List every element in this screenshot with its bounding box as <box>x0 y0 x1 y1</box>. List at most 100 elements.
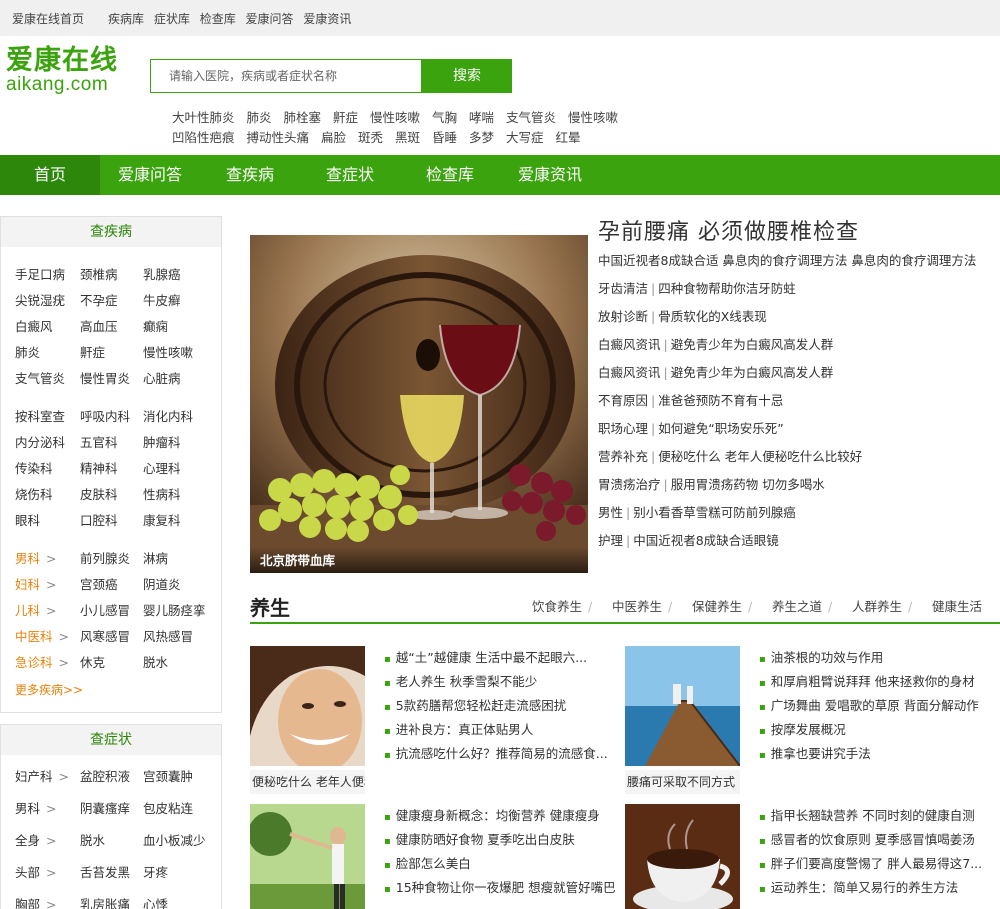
health-link[interactable]: ▪ 胖子们要高度警惕了 胖人最易得这7... <box>759 852 982 876</box>
hot-keyword[interactable]: 黑斑 <box>395 130 420 145</box>
health-tab[interactable]: 养生之道 / <box>772 596 832 615</box>
disease-link[interactable]: 休克 <box>80 652 105 671</box>
health-tab[interactable]: 健康生活 <box>932 596 982 615</box>
symptom-link[interactable]: 脱水 <box>80 830 105 849</box>
news-category[interactable]: 胃溃疡治疗 <box>598 477 661 492</box>
hot-keyword[interactable]: 鼾症 <box>333 110 358 125</box>
news-title[interactable]: 中国近视者8成缺合适 鼻息肉的食疗调理方法 鼻息肉的食疗调理方法 <box>598 253 976 268</box>
health-link[interactable]: ▪ 感冒者的饮食原则 夏季感冒慎喝姜汤 <box>759 828 982 852</box>
health-link[interactable]: ▪ 抗流感吃什么好？推荐简易的流感食... <box>384 742 608 766</box>
top-link-disease[interactable]: 疾病库 <box>108 12 144 26</box>
health-tab[interactable]: 人群养生 / <box>852 596 912 615</box>
hot-keyword[interactable]: 气胸 <box>432 110 457 125</box>
health-link[interactable]: ▪ 越“土”越健康 生活中最不起眼六... <box>384 646 608 670</box>
more-diseases-link[interactable]: 更多疾病>> <box>15 681 83 698</box>
hot-keyword[interactable]: 支气管炎 <box>506 110 556 125</box>
health-thumb-1[interactable]: 便秘吃什么 老年人便秘 <box>250 646 365 794</box>
disease-link[interactable]: 脱水 <box>143 652 168 671</box>
body-part-link[interactable]: 男科 > <box>15 798 57 817</box>
top-link-qa[interactable]: 爱康问答 <box>246 12 294 26</box>
news-item[interactable]: 白癜风资讯 | 避免青少年为白癜风高发人群 <box>598 334 833 353</box>
disease-link[interactable]: 婴儿肠痉挛 <box>143 600 206 619</box>
disease-link[interactable]: 牛皮癣 <box>143 290 181 309</box>
news-item[interactable]: 营养补充 | 便秘吃什么 老年人便秘吃什么比较好 <box>598 446 862 465</box>
search-input[interactable]: 请输入医院，疾病或者症状名称 <box>150 59 422 93</box>
nav-home[interactable]: 首页 <box>0 155 100 195</box>
disease-link[interactable]: 颈椎病 <box>80 264 118 283</box>
hot-keyword[interactable]: 大写症 <box>506 130 544 145</box>
disease-link[interactable]: 小儿感冒 <box>80 600 130 619</box>
nav-disease[interactable]: 查疾病 <box>200 155 300 195</box>
feature-headline[interactable]: 孕前腰痛 必须做腰椎检查 <box>598 214 859 246</box>
hot-keyword[interactable]: 肺栓塞 <box>284 110 322 125</box>
disease-link[interactable]: 风寒感冒 <box>80 626 130 645</box>
disease-link[interactable]: 手足口病 <box>15 264 65 283</box>
news-title[interactable]: 中国近视者8成缺合适眼镜 <box>633 533 778 548</box>
disease-link[interactable]: 慢性胃炎 <box>80 368 130 387</box>
health-link[interactable]: ▪ 进补良方：真正体贴男人 <box>384 718 608 742</box>
news-item[interactable]: 牙齿清洁 | 四种食物帮助你洁牙防蛀 <box>598 278 796 297</box>
disease-link[interactable]: 淋病 <box>143 548 168 567</box>
news-category[interactable]: 白癜风资讯 <box>598 337 661 352</box>
disease-link[interactable]: 风热感冒 <box>143 626 193 645</box>
disease-link[interactable]: 宫颈癌 <box>80 574 118 593</box>
health-link[interactable]: ▪ 油茶根的功效与作用 <box>759 646 979 670</box>
health-thumb-4[interactable] <box>625 804 740 909</box>
health-thumb-3[interactable] <box>250 804 365 909</box>
nav-symptom[interactable]: 查症状 <box>300 155 400 195</box>
top-link-exam[interactable]: 检查库 <box>200 12 236 26</box>
news-title[interactable]: 便秘吃什么 老年人便秘吃什么比较好 <box>658 449 862 464</box>
dept-link[interactable]: 男科 > <box>15 548 57 567</box>
news-category[interactable]: 牙齿清洁 <box>598 281 648 296</box>
hot-keyword[interactable]: 慢性咳嗽 <box>568 110 618 125</box>
hot-keyword[interactable]: 扁脸 <box>321 130 346 145</box>
symptom-link[interactable]: 包皮粘连 <box>143 798 193 817</box>
disease-link[interactable]: 口腔科 <box>80 510 118 529</box>
hot-keyword[interactable]: 斑秃 <box>358 130 383 145</box>
feature-image[interactable]: 北京脐带血库 <box>250 235 588 573</box>
health-tab[interactable]: 保健养生 / <box>692 596 752 615</box>
news-item[interactable]: 护理 | 中国近视者8成缺合适眼镜 <box>598 530 779 549</box>
news-title[interactable]: 骨质软化的X线表现 <box>658 309 767 324</box>
disease-link[interactable]: 尖锐湿疣 <box>15 290 65 309</box>
health-link[interactable]: ▪ 推拿也要讲究手法 <box>759 742 979 766</box>
top-link-news[interactable]: 爱康资讯 <box>303 12 351 26</box>
nav-qa[interactable]: 爱康问答 <box>100 155 200 195</box>
health-link[interactable]: ▪ 15种食物让你一夜爆肥 想瘦就管好嘴巴 <box>384 876 616 900</box>
site-logo[interactable]: 爱康在线 aikang.com <box>6 46 126 98</box>
hot-keyword[interactable]: 哮喘 <box>469 110 494 125</box>
disease-link[interactable]: 精神科 <box>80 458 118 477</box>
news-item[interactable]: 男性 | 别小看香草雪糕可防前列腺癌 <box>598 502 796 521</box>
feature-caption[interactable]: 北京脐带血库 <box>260 550 335 569</box>
news-title[interactable]: 如何避免“职场安乐死” <box>658 421 783 436</box>
symptom-link[interactable]: 牙疼 <box>143 862 168 881</box>
news-title[interactable]: 服用胃溃疡药物 切勿多喝水 <box>671 477 825 492</box>
disease-link[interactable]: 支气管炎 <box>15 368 65 387</box>
news-item[interactable]: 白癜风资讯 | 避免青少年为白癜风高发人群 <box>598 362 833 381</box>
news-category[interactable]: 不育原因 <box>598 393 648 408</box>
hot-keyword[interactable]: 凹陷性疤痕 <box>172 130 235 145</box>
health-tab[interactable]: 饮食养生 / <box>532 596 592 615</box>
disease-link[interactable]: 烧伤科 <box>15 484 53 503</box>
symptom-link[interactable]: 舌苔发黑 <box>80 862 130 881</box>
news-title[interactable]: 四种食物帮助你洁牙防蛀 <box>658 281 796 296</box>
disease-link[interactable]: 白癜风 <box>15 316 53 335</box>
disease-link[interactable]: 呼吸内科 <box>80 406 130 425</box>
news-category[interactable]: 白癜风资讯 <box>598 365 661 380</box>
health-link[interactable]: ▪ 健康瘦身新概念：均衡营养 健康瘦身 <box>384 804 616 828</box>
health-link[interactable]: ▪ 健康防晒好食物 夏季吃出白皮肤 <box>384 828 616 852</box>
search-button[interactable]: 搜索 <box>422 59 512 93</box>
nav-exam[interactable]: 检查库 <box>400 155 500 195</box>
health-thumb-2[interactable]: 腰痛可采取不同方式 <box>625 646 740 794</box>
news-item[interactable]: 不育原因 | 准爸爸预防不育有十忌 <box>598 390 783 409</box>
news-title[interactable]: 别小看香草雪糕可防前列腺癌 <box>633 505 796 520</box>
disease-link[interactable]: 消化内科 <box>143 406 193 425</box>
news-title[interactable]: 避免青少年为白癜风高发人群 <box>671 365 834 380</box>
health-link[interactable]: ▪ 和厚肩粗臂说拜拜 他来拯救你的身材 <box>759 670 979 694</box>
news-item[interactable]: 放射诊断 | 骨质软化的X线表现 <box>598 306 767 325</box>
disease-link[interactable]: 传染科 <box>15 458 53 477</box>
disease-link[interactable]: 鼾症 <box>80 342 105 361</box>
health-link[interactable]: ▪ 脸部怎么美白 <box>384 852 616 876</box>
hot-keyword[interactable]: 慢性咳嗽 <box>370 110 420 125</box>
body-part-link[interactable]: 全身 > <box>15 830 57 849</box>
